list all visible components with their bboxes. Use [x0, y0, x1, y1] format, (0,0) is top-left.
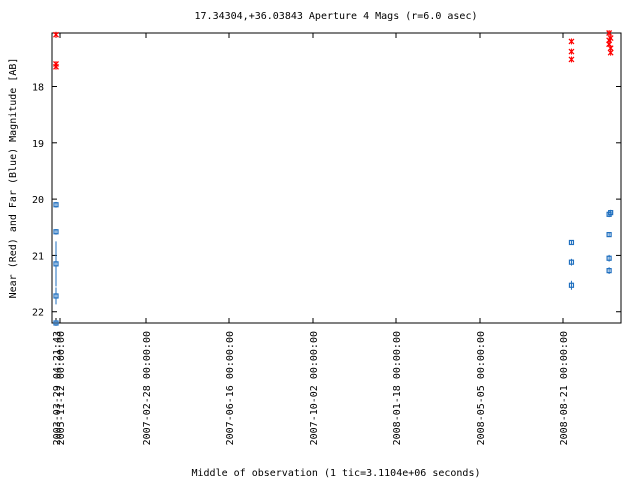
- chart-title: 17.34304,+36.03843 Aperture 4 Mags (r=6.…: [195, 11, 478, 22]
- near-point: [568, 48, 575, 55]
- near-point: [53, 31, 59, 38]
- x-tick-label: 2008-05-05 00:00:00: [476, 331, 487, 445]
- x-axis: 2003-03-29 04:21:432005-11-12 00:00:00 20…: [52, 33, 570, 445]
- near-point: [568, 56, 575, 63]
- y-axis: 18 19 20 21 22: [32, 82, 621, 319]
- y-tick-label: 18: [32, 82, 44, 93]
- y-tick-label: 19: [32, 139, 44, 150]
- y-tick-label: 20: [32, 195, 44, 206]
- x-tick-label: 2005-11-12 00:00:00: [56, 331, 67, 445]
- x-tick-label: 2007-02-28 00:00:00: [142, 331, 153, 445]
- y-axis-label: Near (Red) and Far (Blue) Magnitude [AB]: [8, 58, 19, 299]
- y-tick-label: 21: [32, 251, 44, 262]
- chart: 17.34304,+36.03843 Aperture 4 Mags (r=6.…: [8, 11, 622, 479]
- y-tick-label: 22: [32, 308, 44, 319]
- plot-frame: [51, 32, 622, 324]
- near-point: [53, 63, 59, 70]
- x-tick-label: 2007-06-16 00:00:00: [225, 331, 236, 445]
- x-tick-label: 2008-08-21 00:00:00: [559, 331, 570, 445]
- near-point: [568, 38, 575, 45]
- near-point: [607, 49, 614, 56]
- x-axis-label: Middle of observation (1 tic=3.1104e+06 …: [192, 468, 481, 479]
- x-tick-label: 2007-10-02 00:00:00: [309, 331, 320, 445]
- x-tick-label: 2008-01-18 00:00:00: [392, 331, 403, 445]
- data-marks: [53, 30, 614, 326]
